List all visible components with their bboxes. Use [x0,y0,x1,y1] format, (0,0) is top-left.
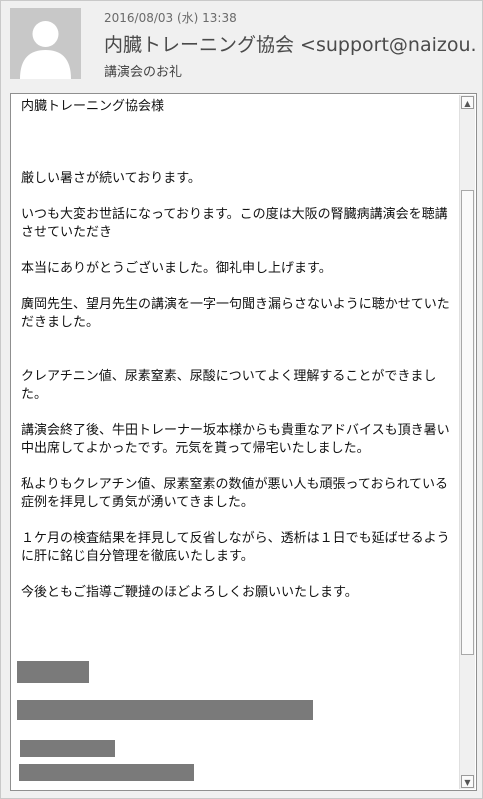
body-paragraph: 厳しい暑さが続いております。 [21,171,201,186]
sender-address[interactable]: 内臓トレーニング協会 <support@naizou. [104,30,482,57]
message-subject: 講演会のお礼 [104,65,183,80]
body-paragraph: 今後ともご指導ご鞭撻のほどよろしくお願いいたします。 [21,585,358,600]
redacted-block [19,764,194,781]
body-paragraph: 本当にありがとうございました。御礼申し上げます。 [21,261,332,276]
body-paragraph: 講演会終了後、牛田トレーナー坂本様からも貴重なアドバイスも頂き暑い中出席してよか… [21,423,450,456]
redacted-block [17,700,313,720]
redacted-block [17,661,89,683]
body-paragraph: クレアチニン値、尿素窒素、尿酸についてよく理解することができました。 [21,369,437,402]
arrow-up-icon[interactable]: ▲ [461,96,474,109]
message-text: 内臓トレーニング協会様 厳しい暑さが続いております。 いつも大変お世話になってお… [21,98,451,602]
greeting-line: 内臓トレーニング協会様 [21,99,165,114]
body-paragraph: 私よりもクレアチン値、尿素窒素の数値が悪い人も頑張っておられている症例を拝見して… [21,477,449,510]
scroll-thumb[interactable] [461,190,474,655]
sender-avatar-icon [10,8,81,79]
redacted-block [20,740,115,757]
body-paragraph: いつも大変お世話になっております。この度は大阪の腎臓病講演会を聴講させていただき [21,207,448,240]
sent-date: 2016/08/03 (水) 13:38 [104,11,237,25]
body-paragraph: 廣岡先生、望月先生の講演を一字一句聞き漏らさないように聴かせていただきました。 [21,297,450,330]
email-reading-pane: 2016/08/03 (水) 13:38 内臓トレーニング協会 <support… [0,0,483,799]
message-body[interactable]: 内臓トレーニング協会様 厳しい暑さが続いております。 いつも大変お世話になってお… [10,93,477,791]
body-paragraph: １ケ月の検査結果を拝見して反省しながら、透析は１日でも延ばせるように肝に銘じ自分… [21,531,450,564]
vertical-scrollbar[interactable]: ▲ ▼ [459,95,475,789]
arrow-down-icon[interactable]: ▼ [461,775,474,788]
message-header: 2016/08/03 (水) 13:38 内臓トレーニング協会 <support… [1,1,483,93]
